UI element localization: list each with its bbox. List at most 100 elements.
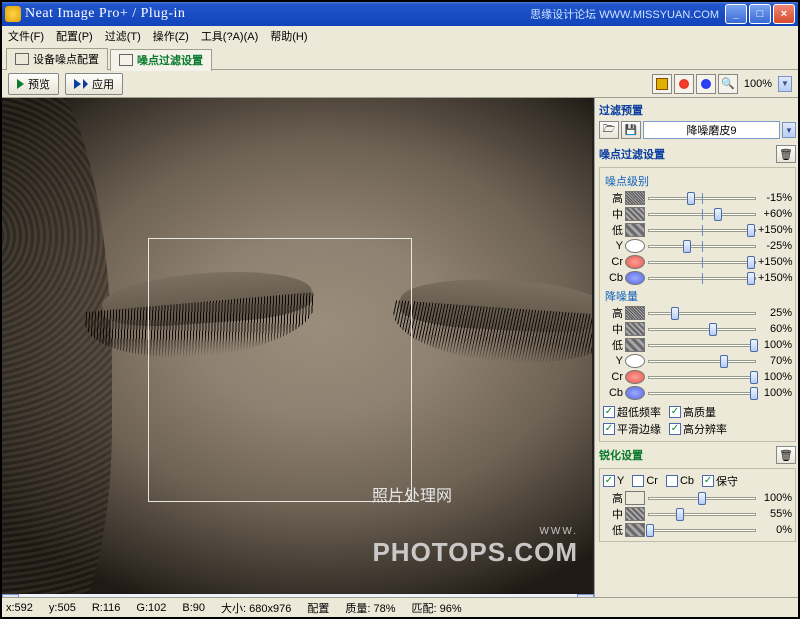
preview-button[interactable]: 预览 xyxy=(8,73,59,95)
slider-value: 0% xyxy=(758,524,792,536)
channel-blue-icon[interactable] xyxy=(696,74,716,94)
slider-thumb[interactable] xyxy=(747,272,755,285)
slider-thumb[interactable] xyxy=(646,524,654,537)
slider[interactable] xyxy=(648,370,756,384)
title-bar: Neat Image Pro+ / Plug-in 思缘设计论坛 WWW.MIS… xyxy=(2,2,798,26)
slider-row: 中55% xyxy=(603,506,792,522)
slider-thumb[interactable] xyxy=(671,307,679,320)
slider-thumb[interactable] xyxy=(747,224,755,237)
chk-vlow[interactable]: ✓超低频率 xyxy=(603,404,661,420)
slider-row: 高25% xyxy=(603,305,792,321)
chk-sharp-cb[interactable]: Cb xyxy=(666,475,694,487)
menu-filter[interactable]: 过滤(T) xyxy=(105,28,141,44)
chk-sharp-y[interactable]: ✓Y xyxy=(603,475,624,487)
watermark: WWW. PHOTOPS.COM xyxy=(372,526,578,568)
slider[interactable] xyxy=(648,507,756,521)
slider-thumb[interactable] xyxy=(709,323,717,336)
channel-combined-icon[interactable] xyxy=(652,74,672,94)
slider-row: Cb+150% xyxy=(603,270,792,286)
reset-sharpen-icon[interactable]: 🗑 xyxy=(776,446,796,464)
slider[interactable] xyxy=(648,322,756,336)
tab-device-noise[interactable]: 设备噪点配置 xyxy=(6,48,108,70)
slider-thumb[interactable] xyxy=(676,508,684,521)
slider-thumb[interactable] xyxy=(683,240,691,253)
slider[interactable] xyxy=(648,239,756,253)
menu-config[interactable]: 配置(P) xyxy=(56,28,93,44)
swatch-icon xyxy=(625,239,645,253)
slider-row: Cb100% xyxy=(603,385,792,401)
swatch-icon xyxy=(625,271,645,285)
menu-file[interactable]: 文件(F) xyxy=(8,28,44,44)
slider-label: Y xyxy=(603,240,623,252)
slider[interactable] xyxy=(648,491,756,505)
status-x: x:592 xyxy=(6,602,33,614)
status-config: 配置 xyxy=(307,600,329,616)
slider[interactable] xyxy=(648,255,756,269)
play-icon xyxy=(17,79,24,89)
noise-level-group: 噪点级别 高-15%中+60%低+150%Y-25%Cr+150%Cb+150%… xyxy=(599,167,796,442)
slider[interactable] xyxy=(648,338,756,352)
menu-tools[interactable]: 工具(?A)(A) xyxy=(201,28,258,44)
slider-value: 100% xyxy=(758,492,792,504)
chk-hq[interactable]: ✓高质量 xyxy=(669,404,716,420)
slider-thumb[interactable] xyxy=(720,355,728,368)
chk-sharp-cr[interactable]: Cr xyxy=(632,475,658,487)
camera-icon xyxy=(15,53,29,65)
chk-smooth[interactable]: ✓平滑边缘 xyxy=(603,421,661,437)
slider-thumb[interactable] xyxy=(698,492,706,505)
preview-image[interactable]: 照片处理网 WWW. PHOTOPS.COM xyxy=(2,98,592,594)
slider-thumb[interactable] xyxy=(750,371,758,384)
slider-row: 中60% xyxy=(603,321,792,337)
watermark-badge: 思缘设计论坛 WWW.MISSYUAN.COM xyxy=(530,6,719,22)
zoom-tool-icon[interactable] xyxy=(718,74,738,94)
slider-thumb[interactable] xyxy=(687,192,695,205)
tab-filter-settings[interactable]: 噪点过滤设置 xyxy=(110,49,212,71)
noise-level-title: 噪点级别 xyxy=(605,173,792,189)
channel-red-icon[interactable] xyxy=(674,74,694,94)
filter-settings-title: 噪点过滤设置 xyxy=(599,144,665,164)
menu-action[interactable]: 操作(Z) xyxy=(153,28,189,44)
slider-label: 低 xyxy=(603,522,623,538)
preset-title: 过滤预置 xyxy=(599,100,796,120)
slider[interactable] xyxy=(648,271,756,285)
toolbar: 预览 应用 100% ▼ xyxy=(2,70,798,98)
slider-thumb[interactable] xyxy=(750,339,758,352)
zoom-dropdown[interactable]: ▼ xyxy=(778,76,792,92)
slider-thumb[interactable] xyxy=(714,208,722,221)
slider-value: 55% xyxy=(758,508,792,520)
apply-button[interactable]: 应用 xyxy=(65,73,123,95)
slider-value: 60% xyxy=(758,323,792,335)
reset-filter-icon[interactable]: 🗑 xyxy=(776,145,796,163)
status-quality: 质量: 78% xyxy=(345,600,395,616)
minimize-button[interactable]: _ xyxy=(725,4,747,24)
preset-save-icon[interactable]: 💾 xyxy=(621,121,641,139)
slider[interactable] xyxy=(648,523,756,537)
slider-thumb[interactable] xyxy=(747,256,755,269)
chk-sharp-keep[interactable]: ✓保守 xyxy=(702,473,738,489)
chk-hr[interactable]: ✓高分辨率 xyxy=(669,421,727,437)
status-r: R:116 xyxy=(92,602,121,614)
slider[interactable] xyxy=(648,207,756,221)
slider[interactable] xyxy=(648,191,756,205)
close-button[interactable]: × xyxy=(773,4,795,24)
slider[interactable] xyxy=(648,306,756,320)
swatch-icon xyxy=(625,255,645,269)
status-bar: x:592 y:505 R:116 G:102 B:90 大小: 680x976… xyxy=(2,597,798,617)
slider-thumb[interactable] xyxy=(750,387,758,400)
preset-dropdown-arrow[interactable]: ▼ xyxy=(782,122,796,138)
preset-dropdown[interactable]: 降噪磨皮9 xyxy=(643,121,780,139)
slider-row: 高100% xyxy=(603,490,792,506)
swatch-icon xyxy=(625,386,645,400)
window-title: Neat Image Pro+ / Plug-in xyxy=(25,6,185,22)
selection-rect[interactable] xyxy=(148,238,412,502)
menu-help[interactable]: 帮助(H) xyxy=(270,28,307,44)
slider-label: 低 xyxy=(603,337,623,353)
canvas-area[interactable]: 照片处理网 WWW. PHOTOPS.COM ◄ ► xyxy=(2,98,594,612)
maximize-button[interactable]: □ xyxy=(749,4,771,24)
slider[interactable] xyxy=(648,223,756,237)
slider-label: Cb xyxy=(603,387,623,399)
preset-open-icon[interactable]: 🗁 xyxy=(599,121,619,139)
slider[interactable] xyxy=(648,386,756,400)
watermark-cn: 照片处理网 xyxy=(372,482,452,506)
slider[interactable] xyxy=(648,354,756,368)
